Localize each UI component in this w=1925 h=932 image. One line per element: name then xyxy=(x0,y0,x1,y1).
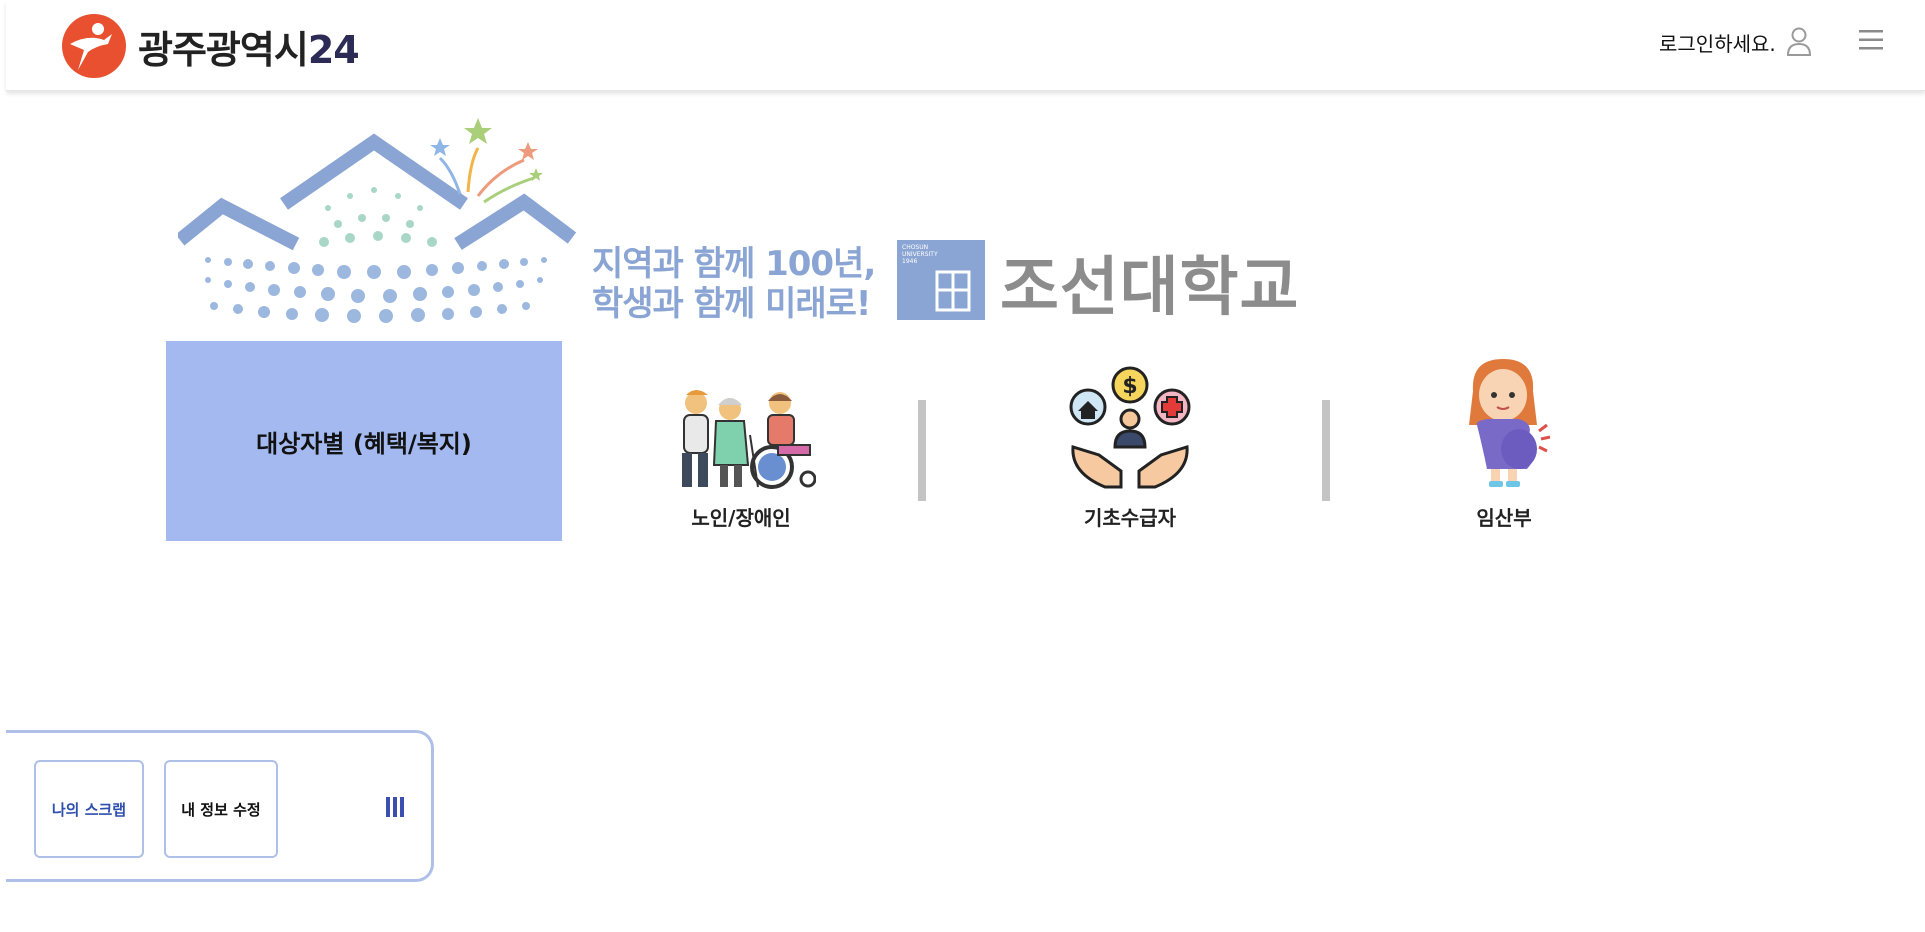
category-label: 임산부 xyxy=(1476,506,1532,530)
tab-label: 대상자별 (혜택/복지) xyxy=(256,429,472,458)
edit-profile-button[interactable]: 내 정보 수정 xyxy=(164,760,278,858)
category-label: 노인/장애인 xyxy=(691,506,791,530)
chosun-univ-badge: CHOSUN UNIVERSITY 1946 xyxy=(897,240,985,320)
category-divider xyxy=(1322,400,1330,501)
gwangju-logo-icon xyxy=(62,14,126,78)
category-pregnant[interactable]: 임산부 xyxy=(1389,355,1619,545)
elderly-disabled-icon xyxy=(682,390,816,489)
panel-toggle-icon[interactable] xyxy=(384,795,406,819)
site-header: 광주광역시24 로그인하세요. xyxy=(6,0,1925,91)
banner-houses-illustration xyxy=(178,118,577,323)
site-logo[interactable]: 광주광역시24 xyxy=(58,10,360,82)
univ-emblem-icon xyxy=(935,270,971,312)
category-elderly-disabled[interactable]: 노인/장애인 xyxy=(626,355,856,545)
welfare-support-icon: $ xyxy=(1069,366,1191,489)
site-title: 광주광역시24 xyxy=(138,27,360,72)
login-prompt[interactable]: 로그인하세요. xyxy=(1659,28,1776,57)
svg-text:$: $ xyxy=(1122,374,1137,399)
category-label: 기초수급자 xyxy=(1084,506,1176,530)
hamburger-menu-icon[interactable] xyxy=(1858,28,1884,52)
univ-name: 조선대학교 xyxy=(1000,251,1300,325)
tab-target-benefits[interactable]: 대상자별 (혜택/복지) xyxy=(166,341,562,541)
banner-slogan: 지역과 함께 100년, 학생과 함께 미래로! xyxy=(592,244,876,324)
user-icon[interactable] xyxy=(1785,26,1813,56)
my-scrap-label: 나의 스크랩 xyxy=(51,800,127,819)
category-basic-recipient[interactable]: $ 기초수급자 xyxy=(1015,355,1245,545)
category-divider xyxy=(918,400,926,501)
quick-menu-panel: 나의 스크랩 내 정보 수정 xyxy=(6,730,434,882)
my-scrap-button[interactable]: 나의 스크랩 xyxy=(34,760,144,858)
edit-profile-label: 내 정보 수정 xyxy=(181,800,261,819)
pregnant-woman-icon xyxy=(1469,359,1551,487)
